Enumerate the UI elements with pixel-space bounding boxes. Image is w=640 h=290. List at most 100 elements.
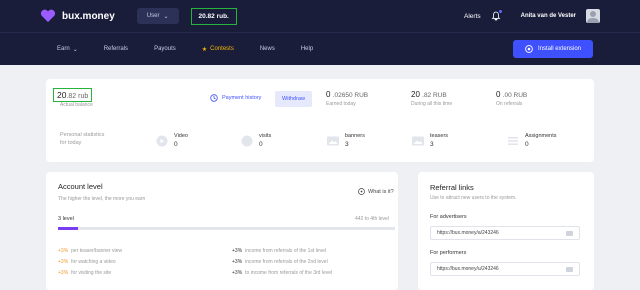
copy-icon[interactable] [566,266,573,272]
bonus-pct: +3% [58,248,69,254]
avatar[interactable] [586,9,600,23]
extension-icon [525,45,533,53]
visits-icon [241,135,253,146]
account-level-title: Account level [58,182,103,191]
personal-stats-line2: for today [60,140,82,146]
bell-icon[interactable] [491,10,502,21]
logo-text: bux.money [62,10,115,22]
user-type-label: User [146,13,160,19]
stat-visits-title: visits [259,133,272,139]
earned-today: 0 .02650 RUB Earned today [326,90,368,107]
teasers-icon [412,136,424,145]
nav-contests[interactable]: ★ Contests [202,46,234,53]
bonus-text: for visiting the site [71,270,112,276]
all-time-earnings: 20 .82 RUB During all this time [411,90,452,107]
bonus-text: income from referrals of the 1st level [245,248,327,254]
stat-assignments: Assignments 0 [506,133,557,148]
nav-referrals[interactable]: Referrals [104,46,128,52]
logo[interactable]: bux.money [40,9,115,23]
advertisers-link-field[interactable]: https://bux.money/a/243246 [430,226,580,240]
clock-icon [210,94,218,102]
nav-contests-label: Contests [210,46,234,52]
payment-history-label: Payment history [222,95,262,101]
nav-help[interactable]: Help [301,46,313,52]
stat-video-title: Video [174,133,188,139]
all-time-label: During all this time [411,101,453,107]
balance-main: 20.82 rub [53,88,93,102]
main-nav: Earn ⌄ Referrals Payouts ★ Contests News… [0,32,640,65]
stat-assignments-value: 0 [525,141,529,148]
all-time-int: 20 [411,90,420,99]
current-level: 3 level [58,216,74,222]
stat-teasers: teasers 3 [411,133,448,148]
banners-icon [327,136,339,145]
earned-today-label: Earned today [326,101,356,107]
bonus-text: per teaser/banner view [71,248,123,254]
username[interactable]: Anita van de Vester [521,13,576,19]
nav-payouts[interactable]: Payouts [154,46,176,52]
balance-label: Actual balance [60,102,93,108]
help-circle-icon [358,188,365,195]
level-progress-bar [58,227,395,230]
payment-history-link[interactable]: Payment history [210,94,261,102]
stat-assignments-title: Assignments [525,133,557,139]
earned-today-int: 0 [326,90,331,99]
referral-links-title: Referral links [430,183,474,192]
copy-icon[interactable] [566,230,573,236]
chevron-down-icon: ⌄ [72,46,78,53]
stat-video: Video 0 [155,133,188,148]
logo-heart-icon [40,9,56,22]
earned-today-dec: .02650 RUB [332,92,369,99]
user-type-dropdown[interactable]: User ⌄ [136,8,179,24]
performers-label: For performers [430,250,467,256]
stat-banners: banners 3 [326,133,365,148]
nav-news[interactable]: News [260,46,275,52]
advertisers-link: https://bux.money/a/243246 [437,230,499,236]
bonus-pct: +3% [232,248,243,254]
bonus-pct: +3% [58,270,69,276]
referrals-dec: .00 RUB [502,92,528,99]
withdraw-button[interactable]: Withdraw [275,91,312,107]
advertisers-label: For advertisers [430,214,467,220]
bonus-text: income from referrals of the 2nd level [245,259,328,265]
performers-link: https://bux.money/u/243246 [437,266,499,272]
nav-earn[interactable]: Earn ⌄ [57,46,78,53]
install-extension-button[interactable]: Install extension [512,40,593,58]
performers-link-field[interactable]: https://bux.money/u/243246 [430,262,580,276]
video-icon [156,135,168,146]
notification-dot [498,10,502,13]
stat-banners-title: banners [345,133,365,139]
stat-video-value: 0 [174,141,178,148]
what-is-it-link[interactable]: What is it? [358,188,394,195]
bonus-left-3: +3% for visiting the site [58,270,111,276]
stat-visits-value: 0 [259,141,263,148]
referral-links-subtitle: Use to attract new users to the system. [430,195,517,201]
header-balance: 20.82 rub. [190,7,237,25]
all-time-dec: .82 RUB [422,92,447,99]
referral-earnings: 0 .00 RUB On referrals [496,90,527,107]
bonus-right-3: +3% to income from referrals of the 3rd l… [232,270,332,276]
bonus-text: for watching a video [71,259,116,265]
bonus-text: to income from referrals of the 3rd leve… [245,270,333,276]
stat-teasers-value: 3 [430,141,434,148]
chevron-down-icon: ⌄ [163,13,169,20]
stat-banners-value: 3 [345,141,349,148]
alerts-label[interactable]: Alerts [464,13,481,20]
star-icon: ★ [201,46,208,53]
bonus-left-2: +3% for watching a video [58,259,116,265]
bonus-pct: +3% [232,259,243,265]
bonus-pct: +3% [58,259,69,265]
personal-stats-line1: Personal statistics [60,132,105,138]
next-level: 442 to 4th level [355,216,389,222]
referrals-int: 0 [496,90,501,99]
level-progress-fill [58,227,79,230]
what-is-it-label: What is it? [368,188,394,195]
account-level-subtitle: The higher the level, the more you earn [58,196,146,202]
bonus-right-2: +3% income from referrals of the 2nd leve… [232,259,328,265]
balance-dec: .82 rub [66,93,89,100]
top-bar: bux.money User ⌄ 20.82 rub. Alerts Anita… [0,0,640,32]
bonus-right-1: +3% income from referrals of the 1st leve… [232,248,326,254]
personal-stats-label: Personal statistics for today [60,131,104,147]
assignments-icon [508,136,518,145]
stat-visits: visits 0 [240,133,271,148]
